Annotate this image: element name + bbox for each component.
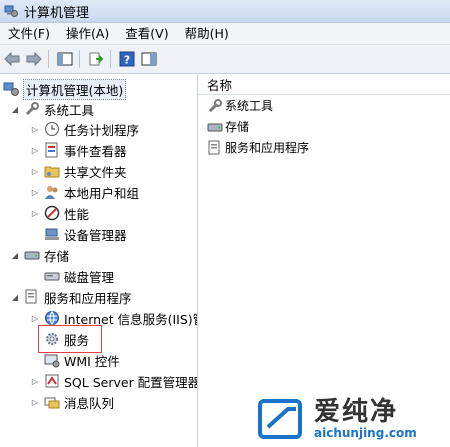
tree-node-device-manager[interactable]: 设备管理器 [44,224,127,244]
computer-management-icon [4,5,18,17]
tree-node-event-viewer[interactable]: ▷ 事件查看器 [30,140,127,160]
clock-icon [45,122,59,136]
collapse-arrow-icon[interactable]: ◢ [10,293,20,302]
forward-icon [26,52,42,66]
tree-node-wmi[interactable]: WMI 控件 [44,350,120,370]
tree-node-system-tools[interactable]: ◢ 系统工具 [10,99,94,119]
menu-file[interactable]: 文件(F) [0,23,58,44]
tools-icon [208,98,222,112]
menu-bar: 文件(F) 操作(A) 查看(V) 帮助(H) [0,23,450,45]
tree-node-shared-folders[interactable]: ▷ 共享文件夹 [30,161,127,181]
watermark: 爱纯净 aichunjing.com [258,391,450,447]
tree-node-performance[interactable]: ▷ 性能 [30,203,89,223]
event-viewer-icon [45,142,58,158]
storage-icon [207,123,223,131]
watermark-logo-icon [258,399,302,439]
list-item[interactable]: 服务和应用程序 [198,137,450,158]
expand-arrow-icon[interactable]: ▷ [30,125,40,134]
expand-arrow-icon[interactable]: ▷ [30,398,40,407]
list-item[interactable]: 系统工具 [198,95,450,116]
tools-icon [25,102,39,116]
storage-icon [24,251,40,260]
device-manager-icon [45,228,59,240]
expand-arrow-icon[interactable]: ▷ [30,146,40,155]
menu-view[interactable]: 查看(V) [117,23,176,44]
toolbar-separator [48,50,49,68]
properties-icon [141,52,157,66]
tree-node-sql-server[interactable]: ▷ SQL Server 配置管理器 [30,371,197,391]
toolbar-separator [110,50,111,68]
shared-folder-icon [44,166,60,178]
expand-arrow-icon[interactable]: ▷ [30,188,40,197]
console-tree[interactable]: 计算机管理(本地) ◢ 系统工具 ▷ 任务计划程序 ▷ 事件查看器 ▷ 共享文件… [0,74,198,447]
collapse-arrow-icon[interactable]: ◢ [10,251,20,260]
toolbar: ? [0,45,450,74]
back-button[interactable] [2,49,22,69]
export-list-button[interactable] [86,49,106,69]
help-icon: ? [119,51,135,67]
collapse-arrow-icon[interactable]: ◢ [10,105,20,114]
disk-icon [44,272,60,281]
menu-help[interactable]: 帮助(H) [177,23,237,44]
title-bar: 计算机管理 [0,0,450,23]
tree-node-message-queue[interactable]: ▷ 消息队列 [30,392,114,412]
expand-arrow-icon[interactable]: ▷ [30,209,40,218]
svg-text:?: ? [124,54,130,67]
help-button[interactable]: ? [117,49,137,69]
tree-node-storage[interactable]: ◢ 存储 [10,245,69,265]
tree-node-disk-management[interactable]: 磁盘管理 [44,266,114,286]
message-queue-icon [44,397,60,409]
column-header-name[interactable]: 名称 [198,74,450,95]
tree-node-root[interactable]: 计算机管理(本地) [3,78,127,100]
wmi-icon [44,354,60,368]
console-tree-icon [57,52,73,66]
forward-button[interactable] [24,49,44,69]
toolbar-separator [79,50,80,68]
tree-node-local-users[interactable]: ▷ 本地用户和组 [30,182,139,202]
window-title: 计算机管理 [24,5,90,21]
show-hide-tree-button[interactable] [55,49,75,69]
back-icon [4,52,20,66]
users-icon [45,186,58,199]
watermark-brand: 爱纯净 [314,397,399,427]
services-apps-icon [208,140,220,154]
list-item[interactable]: 存储 [198,116,450,137]
export-icon [89,52,104,66]
performance-icon [44,205,60,221]
services-apps-icon [25,289,37,304]
computer-management-icon [3,82,19,96]
watermark-url: aichunjing.com [314,426,417,440]
properties-button[interactable] [139,49,159,69]
sql-server-icon [45,374,59,388]
expand-arrow-icon[interactable]: ▷ [30,314,40,323]
iis-globe-icon [45,311,59,325]
tree-node-task-scheduler[interactable]: ▷ 任务计划程序 [30,119,139,139]
menu-action[interactable]: 操作(A) [58,23,117,44]
expand-arrow-icon[interactable]: ▷ [30,377,40,386]
tree-node-services-apps[interactable]: ◢ 服务和应用程序 [10,287,132,307]
expand-arrow-icon[interactable]: ▷ [30,167,40,176]
highlight-box [38,325,102,353]
